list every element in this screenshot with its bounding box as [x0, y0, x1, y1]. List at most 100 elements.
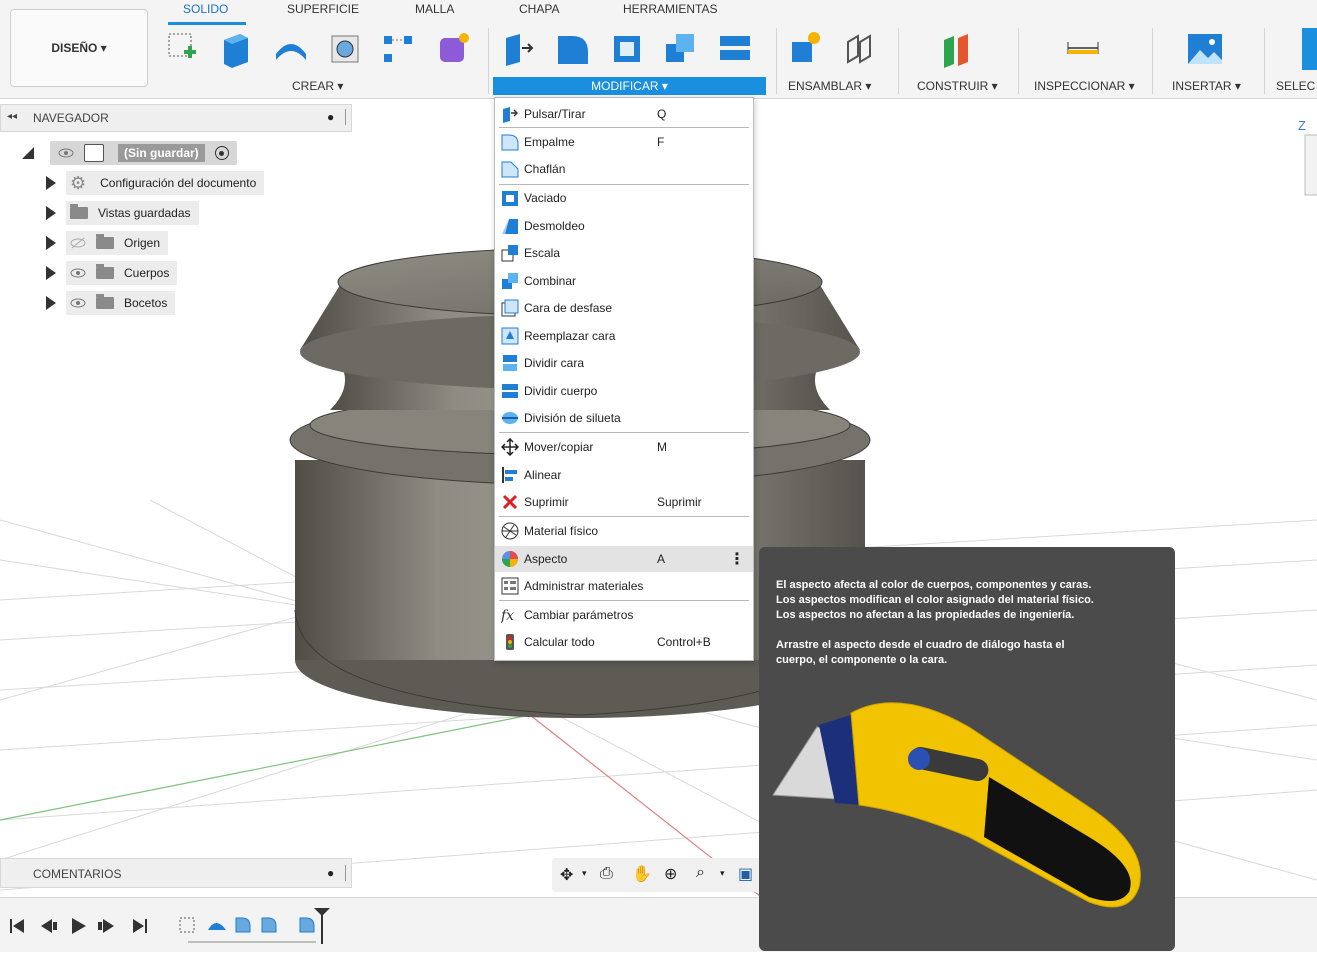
- menu-item-dividir-cara[interactable]: Dividir cara: [495, 350, 753, 376]
- menu-item-calcular-todo[interactable]: Calcular todo Control+B: [495, 629, 753, 655]
- menu-item-label: Vaciado: [524, 191, 567, 205]
- root-component-name[interactable]: (Sin guardar): [118, 144, 205, 162]
- split-body-icon[interactable]: [716, 28, 754, 70]
- menu-item-escala[interactable]: Escala: [495, 240, 753, 266]
- comments-panel[interactable]: COMENTARIOS ●: [0, 858, 352, 888]
- create-form-icon[interactable]: [434, 28, 472, 70]
- joint-icon[interactable]: [840, 28, 878, 70]
- new-component-icon[interactable]: [786, 28, 824, 70]
- fit-icon[interactable]: ⌕: [696, 864, 705, 882]
- navigator-root[interactable]: (Sin guardar): [20, 141, 237, 165]
- combine-icon[interactable]: [662, 28, 700, 70]
- divider: [776, 28, 777, 94]
- navigator-item-cuerpos[interactable]: Cuerpos: [46, 261, 178, 285]
- group-ensamblar[interactable]: ENSAMBLAR ▾: [788, 79, 871, 93]
- utility-knife-illustration: [772, 702, 1141, 908]
- hole-icon[interactable]: [326, 28, 364, 70]
- expand-triangle-icon[interactable]: [46, 176, 56, 190]
- activate-radio-icon[interactable]: [214, 146, 229, 160]
- comments-title: COMENTARIOS: [33, 867, 122, 881]
- physical-material-icon: [501, 522, 519, 540]
- extrude-icon[interactable]: [218, 28, 256, 70]
- menu-item-alinear[interactable]: Alinear: [495, 462, 753, 488]
- navigator-panel: ◂◂ NAVEGADOR ●: [0, 104, 352, 132]
- menu-item-label: Calcular todo: [524, 635, 595, 649]
- expand-triangle-icon[interactable]: [20, 145, 36, 161]
- menu-item-label: Alinear: [524, 468, 562, 482]
- expand-triangle-icon[interactable]: [46, 206, 56, 220]
- folder-icon: [96, 294, 114, 309]
- collapse-panel-icon[interactable]: ◂◂: [7, 111, 17, 122]
- menu-item-suprimir[interactable]: Suprimir Suprimir: [495, 489, 753, 515]
- navigator-item-configuracion[interactable]: ⚙ Configuración del documento: [46, 171, 265, 195]
- measure-icon[interactable]: [1064, 28, 1102, 70]
- hidden-eye-icon[interactable]: [70, 237, 86, 249]
- group-modificar[interactable]: MODIFICAR ▾: [493, 77, 766, 95]
- menu-item-desmoldeo[interactable]: Desmoldeo: [495, 213, 753, 239]
- menu-item-pulsar-tirar[interactable]: Pulsar/Tirar Q: [495, 101, 753, 127]
- pattern-icon[interactable]: [380, 28, 418, 70]
- menu-item-administrar-materiales[interactable]: Administrar materiales: [495, 573, 753, 599]
- pin-icon[interactable]: ●: [327, 110, 334, 124]
- visibility-eye-icon[interactable]: [70, 297, 86, 309]
- chevron-down-icon[interactable]: ▾: [720, 868, 725, 879]
- visibility-eye-icon[interactable]: [70, 267, 86, 279]
- menu-item-material-fisico[interactable]: Material físico: [495, 518, 753, 544]
- construct-plane-icon[interactable]: [938, 28, 976, 70]
- menu-item-chaflan[interactable]: Chaflán: [495, 156, 753, 182]
- menu-item-label: Cara de desfase: [524, 301, 613, 315]
- expand-triangle-icon[interactable]: [46, 296, 56, 310]
- menu-item-cara-de-desfase[interactable]: Cara de desfase: [495, 295, 753, 321]
- revolve-icon[interactable]: [272, 28, 310, 70]
- panel-resize-handle[interactable]: [345, 109, 346, 125]
- look-at-icon[interactable]: ⎙: [600, 865, 613, 883]
- tab-superficie[interactable]: SUPERFICIE: [287, 2, 359, 16]
- menu-item-mover-copiar[interactable]: Mover/copiar M: [495, 434, 753, 460]
- workspace-dropdown[interactable]: DISEÑO ▾: [10, 9, 148, 87]
- tab-chapa[interactable]: CHAPA: [519, 2, 559, 16]
- menu-item-aspecto[interactable]: Aspecto A ⋮: [495, 546, 753, 572]
- fillet-icon[interactable]: [554, 28, 592, 70]
- navigator-item-origen[interactable]: Origen: [46, 231, 169, 255]
- move-icon: [501, 438, 519, 456]
- expand-triangle-icon[interactable]: [46, 266, 56, 280]
- insert-image-icon[interactable]: [1186, 28, 1224, 70]
- group-insertar[interactable]: INSERTAR ▾: [1172, 79, 1241, 93]
- navigator-item-bocetos[interactable]: Bocetos: [46, 291, 176, 315]
- group-seleccionar[interactable]: SELEC: [1276, 79, 1315, 93]
- chevron-down-icon[interactable]: ▾: [582, 868, 587, 879]
- visibility-eye-icon[interactable]: [58, 147, 74, 159]
- menu-item-reemplazar-cara[interactable]: Reemplazar cara: [495, 323, 753, 349]
- navigator-item-label: Vistas guardadas: [98, 206, 191, 220]
- tab-herramientas[interactable]: HERRAMIENTAS: [623, 2, 717, 16]
- menu-item-vaciado[interactable]: Vaciado: [495, 185, 753, 211]
- menu-item-dividir-cuerpo[interactable]: Dividir cuerpo: [495, 378, 753, 404]
- chamfer-icon: [501, 160, 519, 178]
- group-inspeccionar[interactable]: INSPECCIONAR ▾: [1034, 79, 1135, 93]
- create-sketch-icon[interactable]: [164, 28, 202, 70]
- navigator-item-vistas[interactable]: Vistas guardadas: [46, 201, 199, 225]
- shell-icon[interactable]: [608, 28, 646, 70]
- display-settings-icon[interactable]: ▣: [738, 864, 753, 884]
- menu-item-combinar[interactable]: Combinar: [495, 268, 753, 294]
- navigator-title: NAVEGADOR: [33, 111, 109, 125]
- pan-hand-icon[interactable]: ✋: [632, 864, 652, 884]
- tab-malla[interactable]: MALLA: [415, 2, 454, 16]
- play-icon: [72, 918, 86, 934]
- add-comment-icon[interactable]: ●: [327, 866, 334, 880]
- tooltip-text-line: Arrastre el aspecto desde el cuadro de d…: [776, 639, 1065, 651]
- select-icon[interactable]: [1302, 28, 1317, 70]
- menu-item-cambiar-parametros[interactable]: fx Cambiar parámetros: [495, 602, 753, 628]
- menu-item-division-de-silueta[interactable]: División de silueta: [495, 405, 753, 431]
- more-options-icon[interactable]: ⋮: [729, 549, 745, 569]
- expand-triangle-icon[interactable]: [46, 236, 56, 250]
- zoom-icon[interactable]: ⊕: [664, 864, 677, 884]
- menu-item-empalme[interactable]: Empalme F: [495, 129, 753, 155]
- panel-resize-handle[interactable]: [345, 865, 346, 881]
- group-construir[interactable]: CONSTRUIR ▾: [917, 79, 998, 93]
- group-crear[interactable]: CREAR ▾: [292, 79, 343, 93]
- orbit-icon[interactable]: ✥: [560, 865, 573, 885]
- press-pull-icon[interactable]: [500, 28, 538, 70]
- tab-solido[interactable]: SOLIDO: [183, 2, 228, 16]
- offset-face-icon: [501, 299, 519, 317]
